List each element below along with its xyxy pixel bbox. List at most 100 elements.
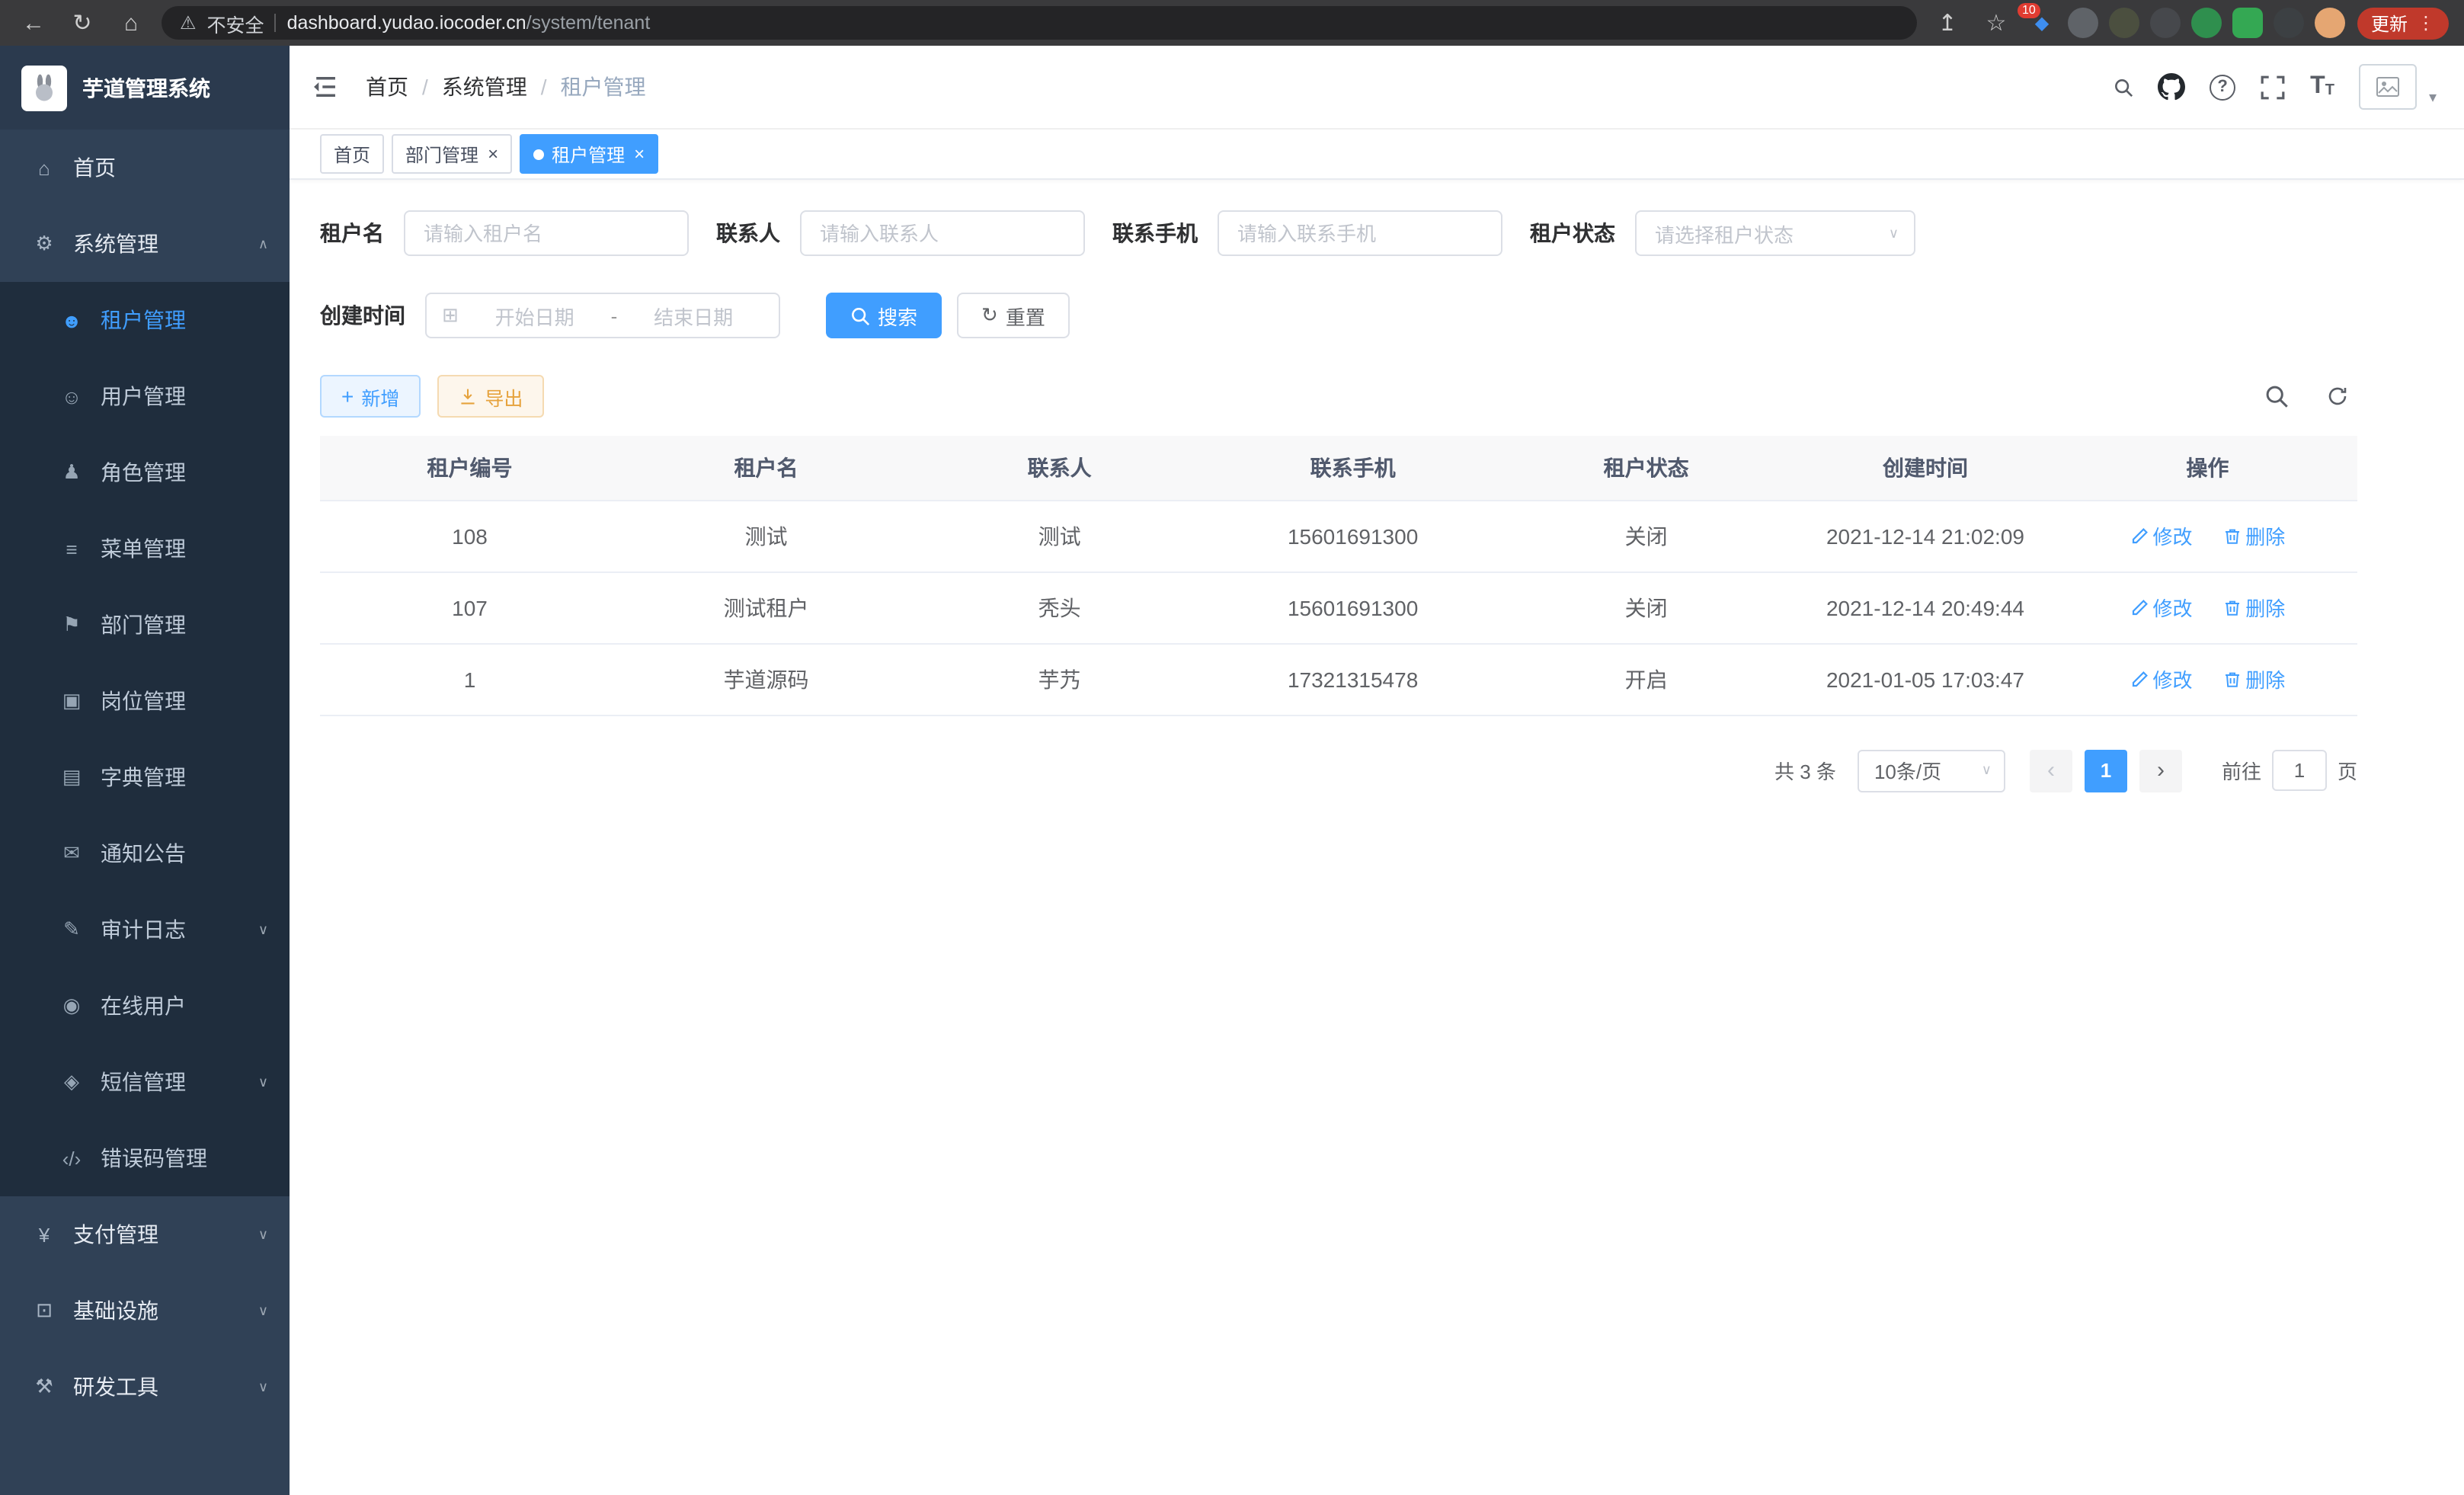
plus-icon: +	[341, 384, 354, 408]
post-icon: ▣	[55, 689, 88, 713]
next-page-button[interactable]: ›	[2139, 749, 2182, 792]
table-row: 107 测试租户 秃头 15601691300 关闭 2021-12-14 20…	[320, 571, 2357, 643]
sidebar-item-role[interactable]: ♟ 角色管理	[0, 434, 290, 511]
browser-home-icon[interactable]: ⌂	[113, 10, 149, 36]
sidebar-item-user[interactable]: ☺ 用户管理	[0, 358, 290, 434]
reset-button[interactable]: ↻ 重置	[957, 293, 1070, 338]
extension-icon[interactable]	[2232, 8, 2263, 38]
close-icon[interactable]: ×	[488, 143, 498, 165]
extension-icon[interactable]	[2150, 8, 2181, 38]
pay-icon: ¥	[27, 1223, 61, 1246]
goto-page-input[interactable]	[2272, 750, 2327, 791]
phone-input[interactable]	[1218, 210, 1502, 256]
share-icon[interactable]: ↥	[1929, 9, 1966, 37]
menu-icon: ≡	[55, 537, 88, 560]
extension-icon[interactable]	[2109, 8, 2139, 38]
filter-label: 联系人	[716, 218, 780, 248]
github-icon[interactable]	[2158, 73, 2185, 101]
add-button[interactable]: + 新增	[320, 375, 421, 418]
sidebar-item-menu[interactable]: ≡ 菜单管理	[0, 511, 290, 587]
column-header: 联系手机	[1206, 436, 1499, 500]
chevron-icon: ∨	[258, 921, 268, 938]
close-icon[interactable]: ×	[634, 143, 645, 165]
extension-icon[interactable]	[2274, 8, 2304, 38]
refresh-icon[interactable]	[2318, 376, 2357, 416]
extension-icon[interactable]	[2191, 8, 2222, 38]
search-button[interactable]: 搜索	[826, 293, 942, 338]
edit-button[interactable]: 修改	[2130, 521, 2192, 550]
infra-icon: ⊡	[27, 1298, 61, 1323]
sidebar-item-home[interactable]: ⌂ 首页	[0, 130, 290, 206]
page-size-select[interactable]: 10条/页 ∨	[1858, 749, 2005, 792]
code-icon: ‹/›	[55, 1147, 88, 1170]
sidebar-item-dict[interactable]: ▤ 字典管理	[0, 739, 290, 815]
sidebar-item-infra[interactable]: ⊡ 基础设施 ∨	[0, 1273, 290, 1349]
font-size-icon[interactable]: TT	[2310, 73, 2334, 101]
sidebar-item-error-code[interactable]: ‹/› 错误码管理	[0, 1120, 290, 1196]
sidebar-item-sms[interactable]: ◈ 短信管理 ∨	[0, 1044, 290, 1120]
notice-icon: ✉	[55, 841, 88, 866]
breadcrumb-item[interactable]: 首页	[366, 72, 442, 102]
delete-button[interactable]: 删除	[2222, 593, 2285, 622]
column-header: 创建时间	[1793, 436, 2058, 500]
filter-create-time: 创建时间 ⊞ 开始日期 - 结束日期	[320, 293, 780, 338]
sidebar-item-online-user[interactable]: ◉ 在线用户	[0, 968, 290, 1044]
sidebar-item-tenant[interactable]: ☻ 租户管理	[0, 282, 290, 358]
extension-icon[interactable]: ◆10	[2027, 8, 2057, 38]
chevron-down-icon[interactable]: ▾	[2429, 89, 2437, 106]
tab-dept[interactable]: 部门管理 ×	[392, 134, 512, 174]
tab-home[interactable]: 首页 ×	[320, 134, 384, 174]
sidebar-toggle-icon[interactable]	[311, 73, 338, 101]
extension-icon[interactable]	[2068, 8, 2098, 38]
update-button[interactable]: 更新⋮	[2357, 7, 2449, 39]
sidebar-item-audit-log[interactable]: ✎ 审计日志 ∨	[0, 892, 290, 968]
delete-button[interactable]: 删除	[2222, 521, 2285, 550]
export-button[interactable]: 导出	[437, 375, 544, 418]
address-bar[interactable]: ⚠ 不安全 dashboard.yudao.iocoder.cn/system/…	[162, 6, 1917, 40]
end-date-input[interactable]: 结束日期	[623, 301, 763, 330]
prev-page-button[interactable]: ‹	[2030, 749, 2072, 792]
avatar[interactable]	[2359, 64, 2417, 110]
edit-button[interactable]: 修改	[2130, 593, 2192, 622]
contact-input[interactable]	[800, 210, 1085, 256]
page-unit-label: 页	[2338, 756, 2357, 785]
status-select[interactable]: 请选择租户状态 ∨	[1635, 210, 1915, 256]
divider	[275, 14, 277, 32]
reload-icon[interactable]: ↻	[64, 9, 101, 37]
edit-button[interactable]: 修改	[2130, 664, 2192, 693]
back-icon[interactable]: ←	[15, 10, 52, 36]
trash-icon	[2222, 670, 2241, 688]
column-header: 租户状态	[1499, 436, 1793, 500]
delete-button[interactable]: 删除	[2222, 664, 2285, 693]
sidebar-item-post[interactable]: ▣ 岗位管理	[0, 663, 290, 739]
sidebar-item-pay[interactable]: ¥ 支付管理 ∨	[0, 1196, 290, 1273]
start-date-input[interactable]: 开始日期	[465, 301, 605, 330]
page-number-button[interactable]: 1	[2085, 749, 2127, 792]
tenant-name-input[interactable]	[404, 210, 689, 256]
extension-badge: 10	[2018, 3, 2040, 18]
filter-contact: 联系人	[716, 210, 1085, 256]
date-range-picker[interactable]: ⊞ 开始日期 - 结束日期	[425, 293, 780, 338]
filter-status: 租户状态 请选择租户状态 ∨	[1530, 210, 1915, 256]
browser-menu-icon[interactable]: ⋮	[2417, 12, 2435, 34]
chevron-icon: ∨	[258, 1378, 268, 1395]
profile-avatar-icon[interactable]	[2315, 8, 2345, 38]
sidebar-item-dept[interactable]: ⚑ 部门管理	[0, 587, 290, 663]
app-logo: 芋道管理系统	[0, 46, 290, 130]
fullscreen-icon[interactable]	[2260, 74, 2286, 100]
breadcrumb-item[interactable]: 系统管理	[442, 72, 561, 102]
help-icon[interactable]: ?	[2210, 74, 2235, 100]
bookmark-star-icon[interactable]: ☆	[1978, 9, 2014, 37]
trash-icon	[2222, 527, 2241, 545]
sidebar-item-system[interactable]: ⚙ 系统管理 ∧	[0, 206, 290, 282]
sidebar-item-notice[interactable]: ✉ 通知公告	[0, 815, 290, 892]
search-icon[interactable]	[2114, 77, 2133, 97]
page-jumper: 前往 页	[2222, 750, 2357, 791]
tab-tenant[interactable]: 租户管理 ×	[520, 134, 658, 174]
sidebar-item-devtool[interactable]: ⚒ 研发工具 ∨	[0, 1349, 290, 1425]
toggle-search-icon[interactable]	[2257, 376, 2296, 416]
browser-toolbar: ← ↻ ⌂ ⚠ 不安全 dashboard.yudao.iocoder.cn/s…	[0, 0, 2464, 46]
goto-label: 前往	[2222, 756, 2261, 785]
total-count: 共 3 条	[1774, 756, 1836, 785]
trash-icon	[2222, 598, 2241, 616]
